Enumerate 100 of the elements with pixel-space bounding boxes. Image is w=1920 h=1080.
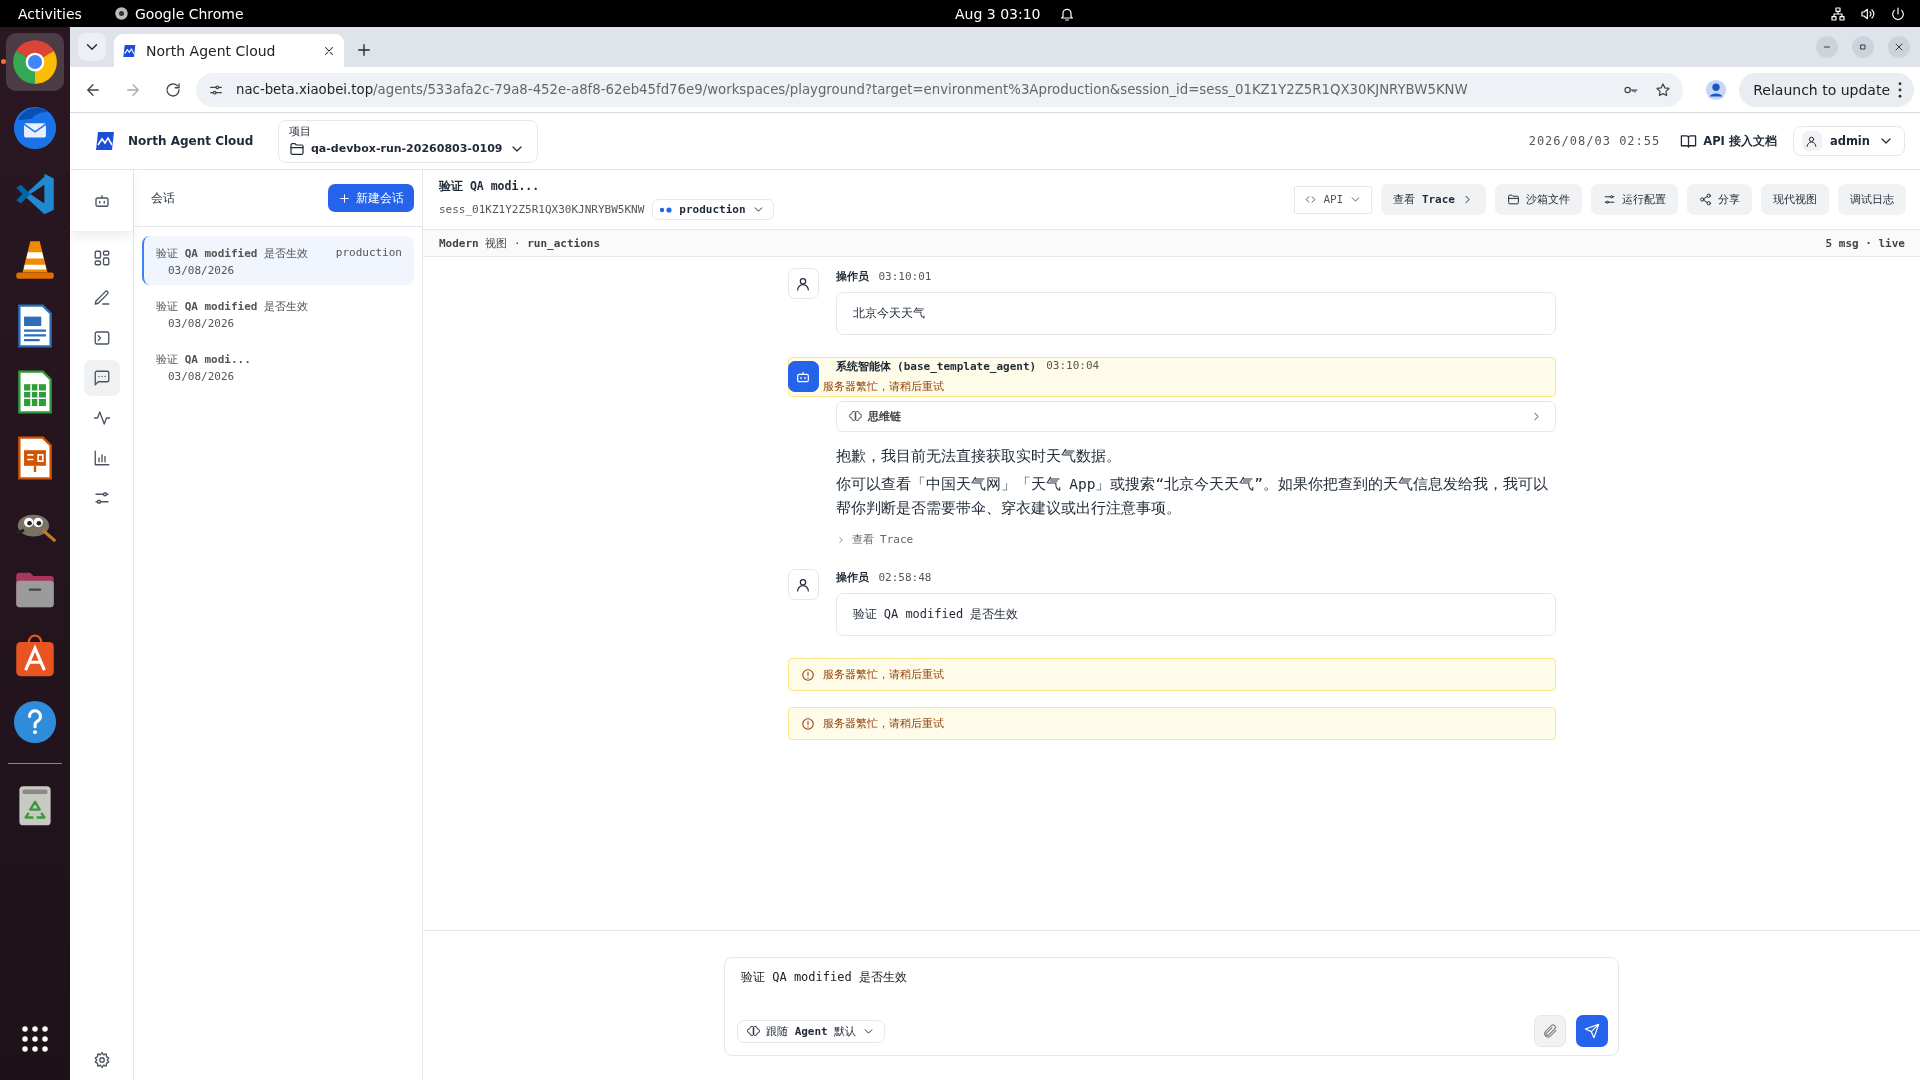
toolbar-button[interactable]: 运行配置	[1591, 184, 1678, 215]
person-icon	[1705, 78, 1728, 101]
project-selector[interactable]: 项目 qa-devbox-run-20260803-0109	[278, 119, 538, 163]
clock[interactable]: Aug 3 03:10	[955, 5, 1041, 22]
session-title: 验证 QA modi...	[156, 352, 251, 367]
session-item[interactable]: 验证 QA modified 是否生效 production 03/08/2026	[142, 236, 414, 285]
browser-tab[interactable]: North Agent Cloud	[114, 34, 344, 67]
alert-icon	[800, 667, 815, 682]
network-icon	[1830, 5, 1846, 22]
environment-label: production	[335, 246, 402, 261]
tab-search-button[interactable]	[78, 33, 106, 61]
answer-paragraph: 抱歉，我目前无法直接获取实时天气数据。	[835, 447, 1122, 466]
message-stats: 5 msg · live	[1825, 236, 1905, 250]
attach-button[interactable]	[1534, 1015, 1566, 1047]
code-icon	[1304, 193, 1318, 206]
star-icon	[1655, 81, 1672, 98]
date-time: 2026/08/03 02:55	[1528, 134, 1661, 148]
minimize-button[interactable]	[1816, 36, 1838, 58]
session-date: 03/08/2026	[167, 370, 236, 383]
nav-item[interactable]	[83, 360, 120, 396]
trace-link[interactable]: 查看 Trace	[835, 532, 914, 547]
session-date: 03/08/2026	[167, 317, 236, 330]
session-date: 03/08/2026	[167, 264, 236, 277]
session-title: 验证 QA modified 是否生效	[156, 246, 309, 261]
restore-button[interactable]	[1852, 36, 1874, 58]
panel-title: 会话	[151, 189, 175, 207]
author-name: 操作员	[835, 269, 869, 284]
toolbar-button[interactable]: API	[1294, 185, 1373, 214]
close-icon	[1893, 41, 1905, 53]
user-menu[interactable]: admin	[1792, 126, 1905, 156]
dock-item[interactable]	[6, 33, 64, 91]
dashboard-icon	[92, 249, 111, 267]
sliders-icon	[1603, 193, 1616, 206]
address-bar[interactable]: nac-beta.xiaobei.top/agents/533afa2c-79a8-452e-a8f8-62eb45fd76e9/workspaces/playground?target=environment%3Aproduction&session_id=sess_01KZ1Y2Z5R1QX30KJNRYBW5KNW	[196, 72, 1684, 107]
book-icon	[1680, 132, 1698, 150]
error-text: 服务器繁忙，请稍后重试	[821, 379, 944, 394]
session-title: 验证 QA modified 是否生效	[156, 299, 309, 314]
error-text: 服务器繁忙，请稍后重试	[822, 716, 944, 731]
docs-link[interactable]: API 接入文档	[1680, 132, 1777, 150]
message-bubble: 北京今天天气	[835, 292, 1556, 335]
project-label: 项目	[289, 123, 312, 139]
paperclip-icon	[1542, 1023, 1558, 1039]
relaunch-button[interactable]: Relaunch to update	[1739, 72, 1914, 107]
plus-icon	[338, 191, 351, 205]
environment-selector[interactable]: production	[652, 199, 774, 220]
thought-chain-toggle[interactable]: 思维链	[835, 401, 1556, 432]
status-dots-icon	[659, 206, 674, 213]
answer-paragraph: 你可以查看「中国天气网」「天气 App」或搜索“北京今天天气”。如果你把查到的天气信息发给我，我可以帮你判断是否需要带伞、穿衣建议或出行注意事项。	[835, 475, 1549, 518]
settings-icon	[92, 1051, 111, 1069]
url-text: nac-beta.xiaobei.top/agents/533afa2c-79a8-452e-a8f8-62eb45fd76e9/workspaces/playground?target=environment%3Aproduction&session_id=sess_01KZ1Y2Z5R1QX30KJNRYBW5KNW	[236, 82, 1468, 97]
toolbar-button[interactable]: 沙箱文件	[1495, 184, 1582, 215]
author-name: 系统智能体 (base_template_agent)	[835, 359, 1037, 374]
brand-name: North Agent Cloud	[128, 134, 254, 148]
terminal-icon	[92, 329, 111, 347]
message-bubble: 验证 QA modified 是否生效	[835, 593, 1556, 636]
bar-chart-icon	[92, 449, 111, 467]
timestamp: 03:10:04	[1046, 359, 1100, 372]
alert-icon	[800, 716, 815, 731]
toolbar-button[interactable]: 查看 Trace	[1381, 184, 1486, 215]
new-session-button[interactable]: 新建会话	[328, 184, 414, 212]
chat-icon	[92, 369, 111, 387]
browser-icon	[113, 6, 129, 21]
power-icon	[1890, 5, 1906, 22]
tab-title: North Agent Cloud	[146, 42, 277, 59]
close-button[interactable]	[1888, 36, 1910, 58]
user-icon	[795, 576, 811, 593]
send-button[interactable]	[1576, 1015, 1608, 1047]
message-composer[interactable]: 验证 QA modified 是否生效 跟随 Agent 默认	[724, 957, 1619, 1056]
session-id: sess_01KZ1Y2Z5R1QX30KJNRYBW5KNW	[439, 203, 645, 216]
running-indicator	[1, 59, 6, 64]
project-name: qa-devbox-run-20260803-0109	[311, 142, 503, 155]
pulse-icon	[92, 409, 111, 427]
session-item[interactable]: 验证 QA modified 是否生效 03/08/2026	[142, 289, 414, 338]
folder-icon	[289, 140, 305, 157]
session-item[interactable]: 验证 QA modi... 03/08/2026	[142, 342, 414, 391]
author-name: 操作员	[835, 570, 869, 585]
error-text: 服务器繁忙，请稍后重试	[822, 667, 944, 682]
mode-selector[interactable]: 跟随 Agent 默认	[737, 1019, 886, 1043]
sliders-icon	[92, 489, 111, 507]
send-icon	[1584, 1023, 1600, 1039]
folder-icon	[1507, 193, 1520, 206]
activities-button[interactable]: Activities	[0, 5, 100, 22]
plus-icon	[355, 41, 373, 59]
conversation-title: 验证 QA modi...	[439, 179, 541, 194]
brain-icon	[848, 410, 862, 423]
view-info: Modern 视图 · run_actions	[439, 235, 601, 251]
grid-icon	[20, 1024, 50, 1054]
user-icon	[795, 275, 811, 292]
share-icon	[1699, 193, 1712, 206]
toolbar-button[interactable]: 分享	[1687, 184, 1752, 215]
toolbar-button[interactable]: 现代视图	[1761, 184, 1829, 215]
more-icon	[1898, 81, 1902, 98]
restore-icon	[1857, 41, 1869, 53]
toolbar-button[interactable]: 调试日志	[1838, 184, 1906, 215]
app-menu[interactable]: Google Chrome	[134, 5, 244, 22]
brain-icon	[747, 1024, 760, 1038]
message-input[interactable]: 验证 QA modified 是否生效	[737, 968, 1608, 986]
pencil-icon	[92, 289, 111, 307]
browser-icon	[10, 37, 60, 87]
timestamp: 02:58:48	[878, 571, 932, 584]
